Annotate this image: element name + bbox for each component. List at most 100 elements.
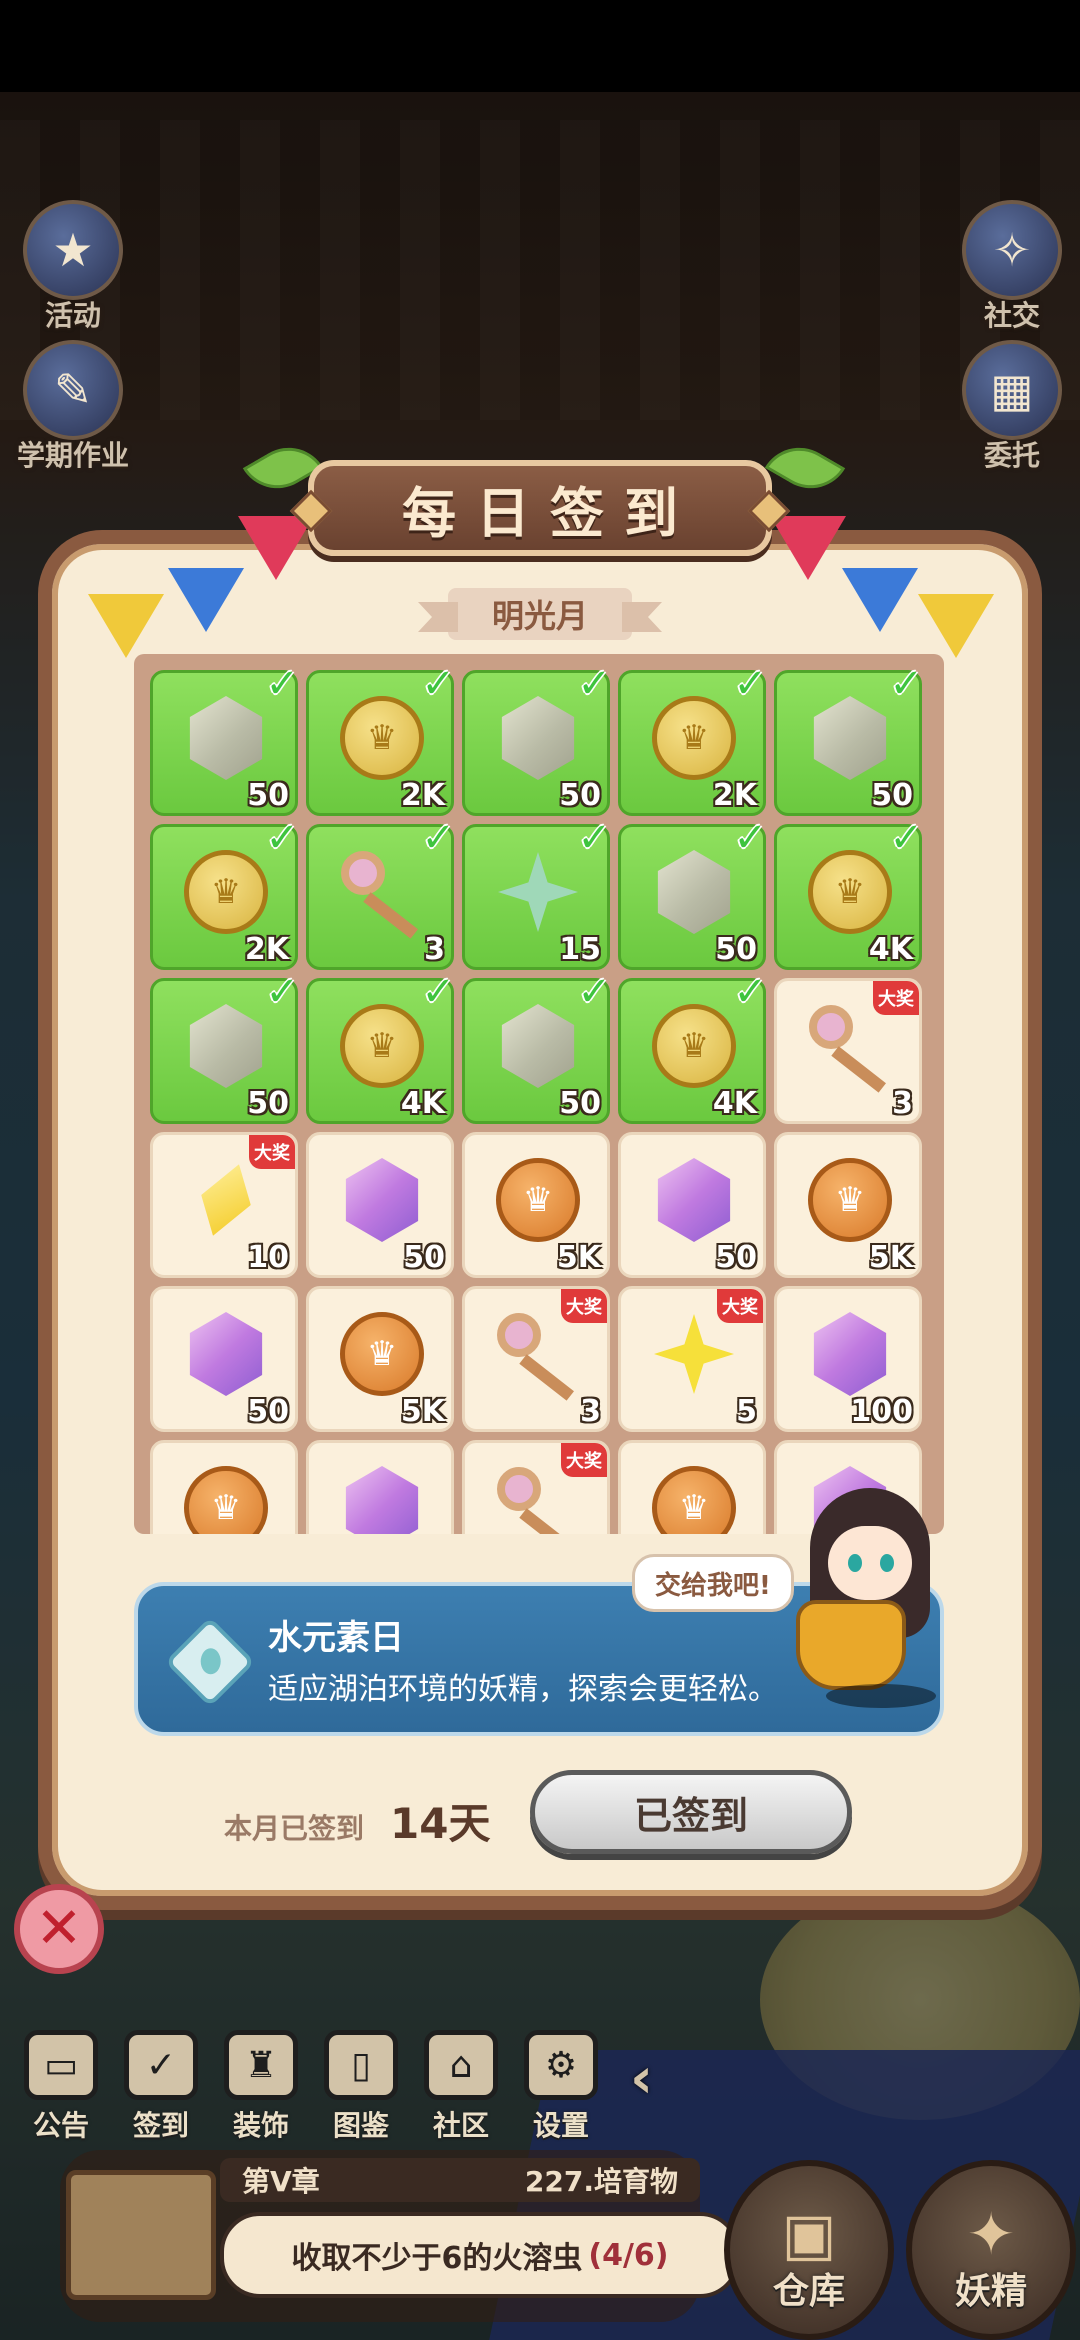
reward-cell[interactable]: ♛ 5K	[462, 1132, 610, 1278]
gray-gem-icon	[493, 693, 583, 783]
fairy-button[interactable]: ✦ 妖精	[906, 2160, 1076, 2340]
checkmark-icon: ✓	[421, 969, 455, 1015]
warehouse-icon: ▣	[781, 2200, 837, 2268]
grand-prize-badge: 大奖	[561, 1443, 607, 1477]
side-item-social[interactable]: ✧ 社交	[952, 200, 1072, 340]
side-menu-left: ★ 活动 ✎ 学期作业	[8, 200, 138, 480]
reward-quantity: 5K	[400, 1394, 445, 1429]
side-item-activity[interactable]: ★ 活动	[8, 200, 138, 340]
copper-coin-icon: ♛	[649, 1463, 739, 1534]
nav-item-label: 装饰	[232, 2109, 289, 2142]
nav-item-label: 社区	[432, 2109, 489, 2142]
reward-quantity: 50	[559, 778, 601, 813]
bunting-flag	[168, 568, 244, 632]
nav-item-label: 公告	[32, 2109, 89, 2142]
reward-cell[interactable]: ♛ 4K ✓	[618, 969, 767, 1124]
reward-cell[interactable]: 50 ✓	[150, 661, 299, 816]
gray-gem-icon	[181, 1001, 271, 1091]
reward-cell[interactable]: 3 大奖	[774, 978, 922, 1124]
quest-task-text: 收取不少于6的火溶虫	[291, 2241, 583, 2276]
warehouse-button[interactable]: ▣ 仓库	[724, 2160, 894, 2340]
reward-quantity: 3	[424, 932, 445, 967]
checkmark-icon: ✓	[733, 815, 767, 861]
nav-item-checkin[interactable]: ✓ 签到	[118, 2030, 204, 2150]
dialog-title: 每日签到	[402, 481, 698, 545]
settings-icon: ⚙	[524, 2030, 598, 2100]
side-item-label: 活动	[44, 299, 101, 332]
gray-gem-icon	[805, 693, 895, 783]
reward-cell[interactable]	[306, 1440, 454, 1534]
reward-quantity: 2K	[400, 778, 445, 813]
signed-button-label: 已签到	[633, 1793, 748, 1838]
gray-gem-icon	[493, 1001, 583, 1091]
reward-quantity: 5K	[556, 1240, 601, 1275]
reward-cell[interactable]: 50 ✓	[462, 661, 611, 816]
already-signed-button[interactable]: 已签到	[530, 1770, 852, 1854]
reward-quantity: 50	[247, 1394, 289, 1429]
reward-cell[interactable]: ♛	[150, 1440, 298, 1534]
gold-coin-icon: ♛	[649, 693, 739, 783]
copper-coin-icon: ♛	[337, 1309, 427, 1399]
reward-cell[interactable]: 100	[774, 1286, 922, 1432]
key-icon	[337, 847, 427, 939]
grand-prize-badge: 大奖	[561, 1289, 607, 1323]
reward-cell[interactable]: 大奖	[462, 1440, 610, 1534]
social-icon: ✧	[962, 200, 1062, 300]
nav-item-notice[interactable]: ▭ 公告	[18, 2030, 104, 2150]
reward-cell[interactable]: 50	[150, 1286, 298, 1432]
close-icon: ✕	[35, 1896, 83, 1961]
reward-cell[interactable]: 5 大奖	[618, 1286, 766, 1432]
checkmark-icon: ✓	[577, 969, 611, 1015]
reward-cell[interactable]: 50	[618, 1132, 766, 1278]
reward-cell[interactable]: 50 ✓	[150, 969, 299, 1124]
quest-chapter: 第V章	[242, 2165, 320, 2198]
reward-cell[interactable]: ♛ 4K ✓	[774, 815, 923, 970]
side-item-commission[interactable]: ▦ 委托	[952, 340, 1072, 480]
reward-quantity: 50	[403, 1240, 445, 1275]
reward-cell[interactable]: 50	[306, 1132, 454, 1278]
quest-tracker[interactable]: 第V章 227.培育物 收取不少于6的火溶虫 (4/6)	[60, 2150, 740, 2322]
quest-task-progress: (4/6)	[588, 2237, 669, 2273]
reward-cell[interactable]: ♛	[618, 1440, 766, 1534]
reward-grid: 50 ✓ ♛ 2K ✓ 50 ✓ ♛ 2K ✓ 50 ✓ ♛ 2K ✓ 3 ✓ 15 ✓ 50 ✓ ♛ 4K ✓ 50 ✓ ♛ 4K ✓…	[150, 661, 928, 1534]
quest-task: 收取不少于6的火溶虫 (4/6)	[220, 2212, 740, 2298]
reward-cell[interactable]: 3 大奖	[462, 1286, 610, 1432]
reward-cell[interactable]: ♛ 2K ✓	[618, 661, 767, 816]
reward-cell[interactable]: 15 ✓	[462, 815, 611, 970]
reward-cell[interactable]: 3 ✓	[306, 815, 455, 970]
reward-quantity: 4K	[400, 1086, 445, 1121]
bunting-flag	[770, 516, 846, 580]
reward-quantity: 4K	[868, 932, 913, 967]
warehouse-label: 仓库	[772, 2271, 845, 2312]
reward-quantity: 50	[559, 1086, 601, 1121]
copper-coin-icon: ♛	[493, 1155, 583, 1245]
checkmark-icon: ✓	[889, 661, 923, 707]
nav-item-settings[interactable]: ⚙ 设置	[518, 2030, 604, 2150]
nav-item-label: 设置	[532, 2109, 589, 2142]
reward-quantity: 3	[580, 1394, 601, 1429]
checkmark-icon: ✓	[577, 815, 611, 861]
reward-cell[interactable]: ♛ 5K	[306, 1286, 454, 1432]
chevron-left-icon[interactable]: ‹	[630, 2046, 653, 2111]
close-button[interactable]: ✕	[14, 1884, 104, 1974]
reward-quantity: 100	[850, 1394, 913, 1429]
reward-cell[interactable]: ♛ 4K ✓	[306, 969, 455, 1124]
grand-prize-badge: 大奖	[249, 1135, 295, 1169]
side-item-homework[interactable]: ✎ 学期作业	[8, 340, 138, 480]
side-item-label: 委托	[983, 439, 1040, 472]
nav-item-decor[interactable]: ♜ 装饰	[218, 2030, 304, 2150]
checkmark-icon: ✓	[265, 969, 299, 1015]
reward-cell[interactable]: 50 ✓	[618, 815, 767, 970]
gold-coin-icon: ♛	[649, 1001, 739, 1091]
nav-item-community[interactable]: ⌂ 社区	[418, 2030, 504, 2150]
reward-cell[interactable]: 10 大奖	[150, 1132, 298, 1278]
reward-cell[interactable]: 50 ✓	[774, 661, 923, 816]
reward-cell[interactable]: ♛ 2K ✓	[150, 815, 299, 970]
grand-prize-badge: 大奖	[873, 981, 919, 1015]
nav-item-codex[interactable]: ▯ 图鉴	[318, 2030, 404, 2150]
reward-cell[interactable]: 50 ✓	[462, 969, 611, 1124]
reward-cell[interactable]: ♛ 5K	[774, 1132, 922, 1278]
copper-coin-icon: ♛	[181, 1463, 271, 1534]
purple-gem-icon	[181, 1309, 271, 1399]
reward-cell[interactable]: ♛ 2K ✓	[306, 661, 455, 816]
